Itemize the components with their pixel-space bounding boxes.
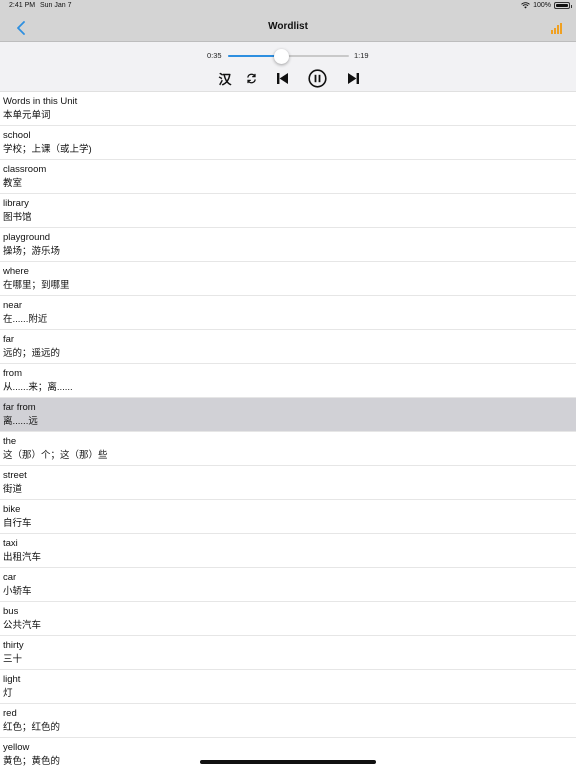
word-list-item[interactable]: car 小轿车 — [0, 568, 576, 602]
word-list: Words in this Unit 本单元单词 school 学校；上课（或上学) c… — [0, 92, 576, 768]
word-list-item[interactable]: light 灯 — [0, 670, 576, 704]
word-list-item[interactable]: school 学校；上课（或上学) — [0, 126, 576, 160]
word-list-item[interactable]: classroom 教室 — [0, 160, 576, 194]
word-chinese: 这（那）个；这（那）些 — [3, 450, 108, 461]
word-chinese: 图书馆 — [3, 212, 32, 223]
chinese-toggle-button[interactable]: 汉 — [217, 70, 233, 87]
word-list-item[interactable]: far from 离......远 — [0, 398, 576, 432]
word-list-item[interactable]: street 街道 — [0, 466, 576, 500]
word-english: light — [3, 674, 21, 685]
status-date: Sun Jan 7 — [40, 2, 72, 9]
total-time: 1:19 — [354, 51, 369, 60]
bar-chart-icon-bar — [560, 23, 562, 34]
bar-chart-icon-bar — [554, 28, 556, 34]
loop-button[interactable] — [245, 70, 257, 86]
word-chinese: 自行车 — [3, 518, 32, 529]
word-english: thirty — [3, 640, 24, 651]
word-chinese: 出租汽车 — [3, 552, 42, 563]
status-indicators: 100% — [521, 2, 572, 9]
word-english: playground — [3, 232, 51, 243]
bar-chart-icon-bar — [557, 25, 559, 34]
word-list-item[interactable]: Words in this Unit 本单元单词 — [0, 92, 576, 126]
word-english: Words in this Unit — [3, 96, 78, 107]
word-list-item[interactable]: near 在......附近 — [0, 296, 576, 330]
word-list-item[interactable]: bus 公共汽车 — [0, 602, 576, 636]
word-chinese: 在......附近 — [3, 314, 48, 325]
skip-back-icon — [276, 72, 288, 84]
pause-button[interactable] — [308, 69, 327, 88]
word-chinese: 学校；上课（或上学) — [3, 144, 92, 155]
word-chinese: 红色；红色的 — [3, 722, 61, 733]
battery-icon — [554, 2, 572, 9]
status-bar: 2:41 PM Sun Jan 7 100% — [0, 0, 576, 13]
word-english: bike — [3, 504, 21, 515]
word-english: from — [3, 368, 22, 379]
battery-level — [556, 4, 568, 7]
stats-button[interactable] — [551, 23, 564, 34]
wifi-icon — [521, 2, 530, 9]
word-english: street — [3, 470, 27, 481]
word-english: where — [3, 266, 29, 277]
audio-player: 0:35 1:19 汉 — [0, 42, 576, 92]
word-english: bus — [3, 606, 19, 617]
word-english: far — [3, 334, 15, 345]
word-english: far from — [3, 402, 36, 413]
word-chinese: 在哪里；到哪里 — [3, 280, 70, 291]
word-chinese: 公共汽车 — [3, 620, 42, 631]
page-title: Wordlist — [268, 21, 308, 32]
word-list-item[interactable]: library 图书馆 — [0, 194, 576, 228]
home-indicator — [200, 760, 376, 764]
word-chinese: 从......来；离...... — [3, 382, 73, 393]
current-time: 0:35 — [207, 51, 222, 60]
bar-chart-icon — [551, 30, 553, 34]
word-english: car — [3, 572, 17, 583]
battery-percent: 100% — [533, 2, 551, 9]
word-list-item[interactable]: playground 操场；游乐场 — [0, 228, 576, 262]
skip-forward-icon — [347, 72, 359, 84]
word-english: classroom — [3, 164, 47, 175]
word-chinese: 远的；遥远的 — [3, 348, 61, 359]
word-english: library — [3, 198, 29, 209]
word-chinese: 教室 — [3, 178, 23, 189]
word-chinese: 三十 — [3, 654, 23, 665]
pause-icon — [308, 69, 327, 88]
previous-button[interactable] — [275, 70, 289, 86]
word-list-item[interactable]: red 红色；红色的 — [0, 704, 576, 738]
next-button[interactable] — [346, 70, 360, 86]
word-list-item[interactable]: far 远的；遥远的 — [0, 330, 576, 364]
word-chinese: 本单元单词 — [3, 110, 51, 121]
progress-fill — [228, 55, 282, 57]
progress-thumb[interactable] — [274, 49, 290, 64]
word-list-item[interactable]: bike 自行车 — [0, 500, 576, 534]
status-time: 2:41 PM — [9, 2, 36, 9]
word-chinese: 离......远 — [3, 416, 38, 427]
word-english: near — [3, 300, 23, 311]
word-list-item[interactable]: thirty 三十 — [0, 636, 576, 670]
word-chinese: 街道 — [3, 484, 23, 495]
word-list-item[interactable]: taxi 出租汽车 — [0, 534, 576, 568]
word-english: school — [3, 130, 31, 141]
word-list-item[interactable]: the 这（那）个；这（那）些 — [0, 432, 576, 466]
word-chinese: 灯 — [3, 688, 13, 699]
word-english: taxi — [3, 538, 18, 549]
word-chinese: 操场；游乐场 — [3, 246, 61, 257]
word-english: the — [3, 436, 17, 447]
repeat-icon — [246, 73, 256, 83]
word-list-item[interactable]: from 从......来；离...... — [0, 364, 576, 398]
word-list-item[interactable]: where 在哪里；到哪里 — [0, 262, 576, 296]
word-english: red — [3, 708, 17, 719]
word-chinese: 小轿车 — [3, 586, 32, 597]
word-english: yellow — [3, 742, 30, 753]
navigation-bar: Wordlist — [0, 13, 576, 42]
